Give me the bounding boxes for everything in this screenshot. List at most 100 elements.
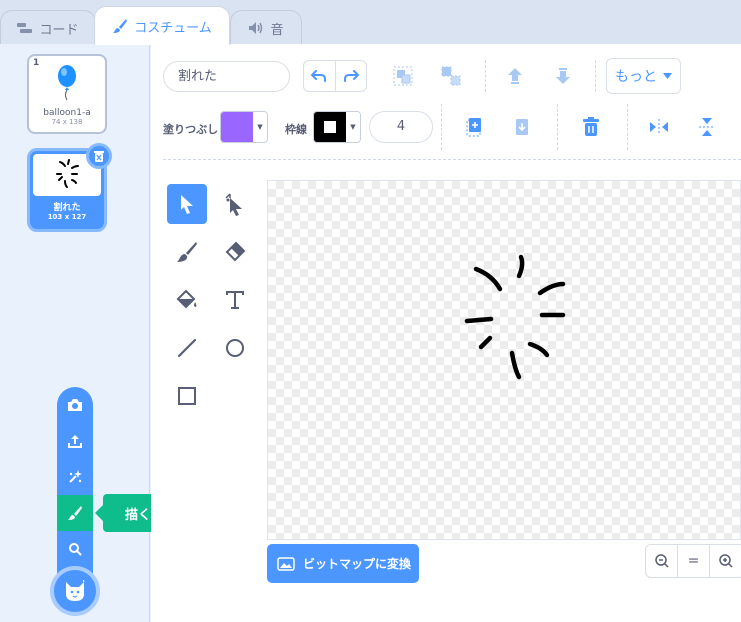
tab-costumes[interactable]: コスチューム xyxy=(94,6,230,45)
brush-tool[interactable] xyxy=(167,232,207,272)
circle-tool[interactable] xyxy=(215,328,255,368)
costume-name: 割れた xyxy=(53,203,81,213)
upload-button[interactable] xyxy=(57,423,93,459)
upload-icon xyxy=(68,435,82,448)
add-costume-menu xyxy=(57,387,93,587)
zoom-in-button[interactable] xyxy=(710,545,741,577)
editor-tabs: コード コスチューム 音 xyxy=(0,0,741,45)
flip-horizontal-icon xyxy=(650,119,668,135)
costume-item-2[interactable]: 2 割れた 103 x 127 xyxy=(27,143,112,232)
redo-icon xyxy=(343,70,359,82)
copy-button[interactable] xyxy=(463,114,485,140)
toolbar-divider xyxy=(485,60,486,92)
costume-list: 1 balloon1-a 74 x 138 2 割れた 103 x 127 xyxy=(0,44,150,622)
balloon-thumbnail xyxy=(58,65,76,101)
paste-button[interactable] xyxy=(511,114,533,140)
brush-icon xyxy=(177,242,197,262)
tab-sounds-label: 音 xyxy=(270,22,284,38)
zoom-in-icon xyxy=(718,554,733,568)
brush-icon xyxy=(113,19,128,33)
line-tool[interactable] xyxy=(167,328,207,368)
search-icon xyxy=(69,543,82,556)
paint-button[interactable] xyxy=(57,495,93,531)
ungroup-icon xyxy=(441,66,461,86)
more-button[interactable]: もっと xyxy=(606,58,681,94)
undo-button[interactable] xyxy=(304,61,336,91)
fill-color-picker[interactable]: ▼ xyxy=(220,111,268,143)
outline-width-input[interactable]: 4 xyxy=(369,111,433,143)
flip-vertical-icon xyxy=(699,118,715,136)
reshape-icon xyxy=(225,193,242,216)
costume-size: 74 x 138 xyxy=(51,118,83,126)
search-button[interactable] xyxy=(57,531,93,567)
line-icon xyxy=(177,338,197,358)
outline-color-picker[interactable]: ▼ xyxy=(313,111,361,143)
trash-icon xyxy=(583,117,599,136)
text-tool[interactable] xyxy=(215,280,255,320)
flip-vertical-button[interactable] xyxy=(695,114,719,140)
arrow-down-icon xyxy=(556,68,570,84)
fill-label: 塗りつぶし xyxy=(163,123,219,136)
reshape-tool[interactable] xyxy=(215,184,255,224)
rectangle-icon xyxy=(178,387,196,405)
surprise-button[interactable] xyxy=(57,459,93,495)
more-label: もっと xyxy=(615,69,657,85)
arrow-up-icon xyxy=(508,68,522,84)
caret-down-icon: ▼ xyxy=(346,112,360,142)
paint-canvas[interactable] xyxy=(267,180,741,540)
outline-label: 枠線 xyxy=(285,123,307,136)
eraser-icon xyxy=(225,241,246,262)
cursor-arrow-icon xyxy=(181,195,193,214)
group-icon xyxy=(393,66,413,86)
forward-button[interactable] xyxy=(503,62,527,90)
paste-icon xyxy=(516,119,528,135)
zoom-out-button[interactable] xyxy=(646,545,678,577)
delete-costume-button[interactable] xyxy=(86,143,112,169)
costume-number: 1 xyxy=(33,58,40,68)
popped-balloon-drawing xyxy=(464,254,566,380)
costume-name-input[interactable]: 割れた xyxy=(163,61,290,92)
rectangle-tool[interactable] xyxy=(167,376,207,416)
eraser-tool[interactable] xyxy=(215,232,255,272)
outline-color-swatch xyxy=(314,112,346,142)
circle-icon xyxy=(226,339,244,357)
code-blocks-icon xyxy=(17,23,33,33)
fill-tool[interactable] xyxy=(167,280,207,320)
undo-icon xyxy=(311,70,327,82)
costume-item-1[interactable]: 1 balloon1-a 74 x 138 xyxy=(27,54,107,134)
flip-horizontal-button[interactable] xyxy=(647,114,671,140)
toolbar-divider xyxy=(595,60,596,92)
speaker-icon xyxy=(249,22,263,34)
backward-button[interactable] xyxy=(551,62,575,90)
popped-balloon-image xyxy=(56,159,79,188)
choose-costume-button[interactable] xyxy=(50,566,100,616)
toolbar-divider xyxy=(627,104,628,150)
caret-down-icon xyxy=(663,73,672,79)
toolbar-divider xyxy=(557,104,558,150)
tab-code[interactable]: コード xyxy=(0,10,96,45)
camera-icon xyxy=(68,399,82,411)
toolbar-divider xyxy=(441,104,442,150)
camera-button[interactable] xyxy=(57,387,93,423)
convert-to-bitmap-button[interactable]: ビットマップに変換 xyxy=(267,544,419,583)
zoom-controls: = xyxy=(645,544,741,578)
tab-code-label: コード xyxy=(39,22,79,38)
costume-name: balloon1-a xyxy=(43,108,91,118)
image-icon xyxy=(277,556,295,571)
fill-color-swatch xyxy=(221,112,253,142)
ungroup-button[interactable] xyxy=(439,62,463,90)
paint-icon xyxy=(68,506,82,520)
zoom-reset-button[interactable]: = xyxy=(678,545,710,577)
toolbar-separator xyxy=(163,159,741,160)
group-button[interactable] xyxy=(391,62,415,90)
zoom-out-icon xyxy=(654,554,669,568)
redo-button[interactable] xyxy=(336,61,367,91)
tab-costumes-label: コスチューム xyxy=(134,20,212,36)
select-tool[interactable] xyxy=(167,184,207,224)
caret-down-icon: ▼ xyxy=(253,112,267,142)
tab-sounds[interactable]: 音 xyxy=(230,10,302,45)
paint-editor: 割れた もっと 塗りつぶし ▼ 枠線 ▼ 4 ビットマップに変換 = xyxy=(151,44,741,622)
costume-size: 103 x 127 xyxy=(47,213,87,221)
surprise-icon xyxy=(69,470,82,483)
delete-button[interactable] xyxy=(579,114,603,140)
